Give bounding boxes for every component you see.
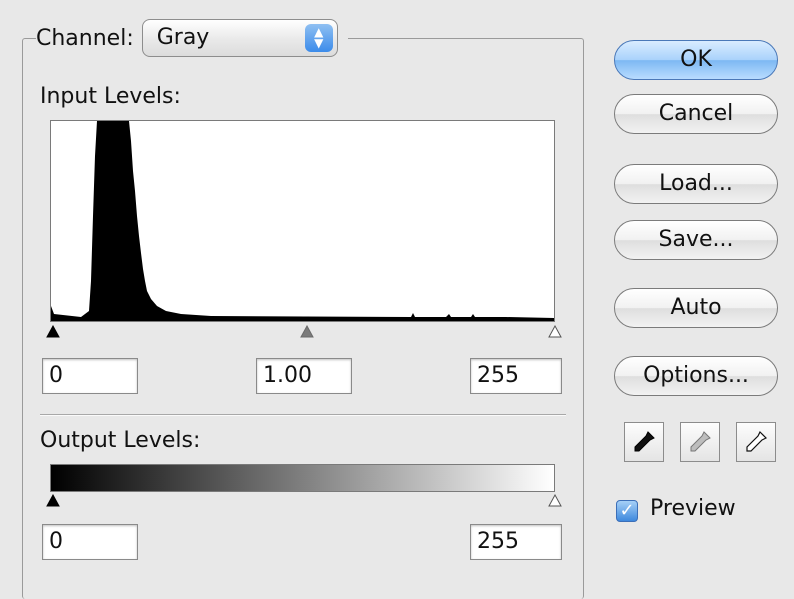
input-levels-label: Input Levels:	[40, 84, 181, 109]
white-eyedropper-button[interactable]	[736, 422, 776, 462]
preview-label[interactable]: Preview	[650, 496, 736, 521]
input-slider[interactable]	[46, 325, 562, 339]
input-white-point-handle[interactable]	[548, 325, 562, 339]
options-button[interactable]: Options...	[614, 356, 778, 396]
output-slider[interactable]	[46, 494, 562, 508]
output-black-point-handle[interactable]	[46, 494, 60, 508]
input-black-field[interactable]: 0	[42, 358, 138, 394]
load-button[interactable]: Load...	[614, 164, 778, 204]
output-white-point-handle[interactable]	[548, 494, 562, 508]
section-divider	[40, 414, 566, 416]
output-levels-label: Output Levels:	[40, 428, 201, 453]
black-eyedropper-icon	[634, 431, 655, 452]
histogram-graph	[51, 121, 554, 321]
input-white-field[interactable]: 255	[470, 358, 562, 394]
gray-eyedropper-icon	[690, 431, 711, 452]
input-gamma-handle[interactable]	[300, 325, 314, 339]
cancel-button[interactable]: Cancel	[614, 94, 778, 134]
checkmark-icon: ✓	[619, 500, 635, 521]
output-black-field[interactable]: 0	[42, 524, 138, 560]
channel-row: Channel: Gray ▲ ▼	[36, 18, 348, 58]
auto-button[interactable]: Auto	[614, 288, 778, 328]
histogram	[50, 120, 555, 322]
gray-eyedropper-button[interactable]	[680, 422, 720, 462]
updown-arrows-icon: ▲ ▼	[304, 24, 333, 52]
histogram-fill	[51, 121, 554, 321]
input-gamma-field[interactable]: 1.00	[256, 358, 352, 394]
save-button[interactable]: Save...	[614, 220, 778, 260]
output-gradient-bar	[50, 464, 555, 492]
input-black-point-handle[interactable]	[46, 325, 60, 339]
preview-checkbox[interactable]: ✓	[616, 500, 638, 522]
ok-button[interactable]: OK	[614, 40, 778, 80]
channel-selected-value: Gray	[156, 25, 210, 50]
output-white-field[interactable]: 255	[470, 524, 562, 560]
white-eyedropper-icon	[746, 430, 768, 452]
black-eyedropper-button[interactable]	[624, 422, 664, 462]
channel-label: Channel:	[36, 25, 134, 51]
channel-popup[interactable]: Gray ▲ ▼	[141, 19, 338, 57]
